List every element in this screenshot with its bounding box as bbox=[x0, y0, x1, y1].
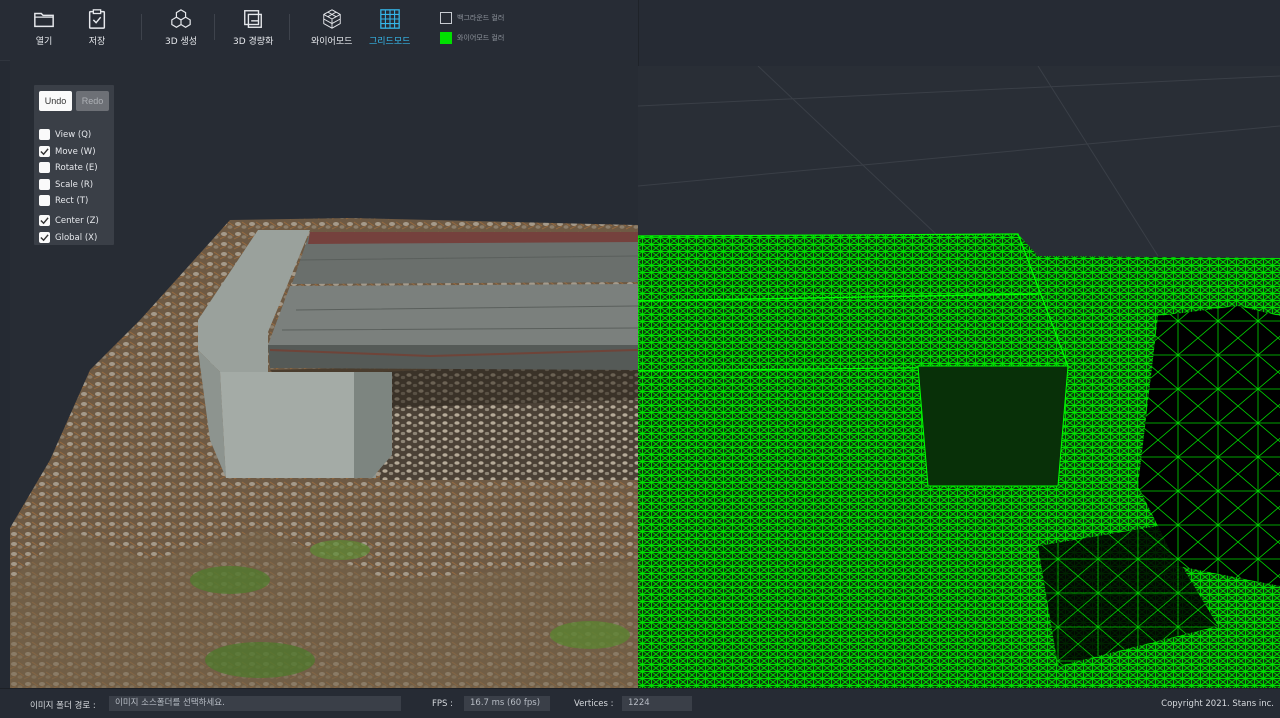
tool-option[interactable]: Scale (R) bbox=[39, 179, 93, 190]
save-button[interactable]: 저장 bbox=[86, 8, 108, 47]
clipboard-check-icon bbox=[88, 9, 106, 29]
background-color-label: 백그라운드 컬러 bbox=[457, 14, 505, 22]
wireframe-color-picker[interactable]: 와이어모드 컬러 bbox=[440, 32, 504, 44]
tool-option[interactable]: View (Q) bbox=[39, 129, 91, 140]
check-icon bbox=[40, 234, 49, 242]
wireframe-color-swatch[interactable] bbox=[440, 32, 452, 44]
folder-icon bbox=[34, 12, 54, 28]
vertices-label: Vertices : bbox=[574, 699, 614, 709]
status-bar: 이미지 폴더 경로 : 이미지 소스폴더를 선택하세요. FPS : 16.7 … bbox=[0, 688, 1280, 718]
toolbar-separator bbox=[141, 14, 142, 40]
redo-button[interactable]: Redo bbox=[76, 91, 109, 111]
wireframe-color-label: 와이어모드 컬러 bbox=[457, 34, 505, 42]
tool-option[interactable]: Move (W) bbox=[39, 146, 96, 157]
bench-wireframe-model bbox=[638, 66, 1280, 688]
generate-3d-label: 3D 생성 bbox=[165, 37, 198, 47]
fps-value: 16.7 ms (60 fps) bbox=[464, 696, 550, 711]
wireframe-cube-icon bbox=[322, 9, 341, 29]
image-folder-input[interactable]: 이미지 소스폴더를 선택하세요. bbox=[109, 696, 401, 711]
open-label: 열기 bbox=[35, 37, 53, 47]
fps-label: FPS : bbox=[432, 699, 453, 709]
check-icon bbox=[40, 148, 49, 156]
background-color-swatch[interactable] bbox=[440, 12, 452, 24]
save-label: 저장 bbox=[88, 37, 106, 47]
cubes-icon bbox=[171, 9, 191, 28]
wireframe-3d-viewport[interactable] bbox=[638, 66, 1280, 688]
grid-icon bbox=[379, 9, 400, 29]
lightweight-3d-label: 3D 경량화 bbox=[233, 37, 274, 47]
tool-option[interactable]: Rotate (E) bbox=[39, 162, 98, 173]
generate-3d-button[interactable]: 3D 생성 bbox=[165, 8, 197, 47]
transform-tool-panel: Undo Redo View (Q) Move (W) Rotate (E) Scal… bbox=[34, 85, 114, 245]
tool-checkbox[interactable] bbox=[39, 146, 50, 157]
layers-minus-icon bbox=[244, 10, 263, 28]
copyright-text: Copyright 2021. Stans inc. bbox=[1161, 699, 1274, 709]
tool-option[interactable]: Center (Z) bbox=[39, 215, 99, 226]
tool-checkbox[interactable] bbox=[39, 232, 50, 243]
vertices-value: 1224 bbox=[622, 696, 692, 711]
tool-label: Rotate (E) bbox=[55, 162, 98, 173]
grid-mode-button[interactable]: 그리드모드 bbox=[369, 8, 410, 47]
undo-button[interactable]: Undo bbox=[39, 91, 72, 111]
tool-checkbox[interactable] bbox=[39, 162, 50, 173]
tool-label: Global (X) bbox=[55, 232, 98, 243]
toolbar-separator bbox=[289, 14, 290, 40]
tool-checkbox[interactable] bbox=[39, 179, 50, 190]
image-folder-label: 이미지 폴더 경로 : bbox=[30, 701, 96, 711]
tool-label: Rect (T) bbox=[55, 195, 89, 206]
tool-checkbox[interactable] bbox=[39, 195, 50, 206]
lightweight-3d-button[interactable]: 3D 경량화 bbox=[233, 8, 273, 47]
tool-label: Center (Z) bbox=[55, 215, 99, 226]
tool-option[interactable]: Global (X) bbox=[39, 232, 97, 243]
tool-checkbox[interactable] bbox=[39, 129, 50, 140]
tool-label: Scale (R) bbox=[55, 179, 94, 190]
wireframe-mode-label: 와이어모드 bbox=[311, 37, 353, 47]
tool-label: Move (W) bbox=[55, 146, 96, 157]
background-color-picker[interactable]: 백그라운드 컬러 bbox=[440, 12, 504, 24]
wireframe-mode-button[interactable]: 와이어모드 bbox=[311, 8, 352, 47]
open-button[interactable]: 열기 bbox=[33, 8, 55, 47]
tool-label: View (Q) bbox=[55, 129, 92, 140]
toolbar: 열기 저장 3D 생성 3D 경량화 와이어모드 그리드모드 백그라운드 컬러 … bbox=[0, 0, 638, 61]
check-icon bbox=[40, 217, 49, 225]
toolbar-separator bbox=[214, 14, 215, 40]
grid-mode-label: 그리드모드 bbox=[369, 37, 411, 47]
tool-option[interactable]: Rect (T) bbox=[39, 195, 88, 206]
wireframe-header bbox=[638, 0, 1280, 67]
tool-checkbox[interactable] bbox=[39, 215, 50, 226]
